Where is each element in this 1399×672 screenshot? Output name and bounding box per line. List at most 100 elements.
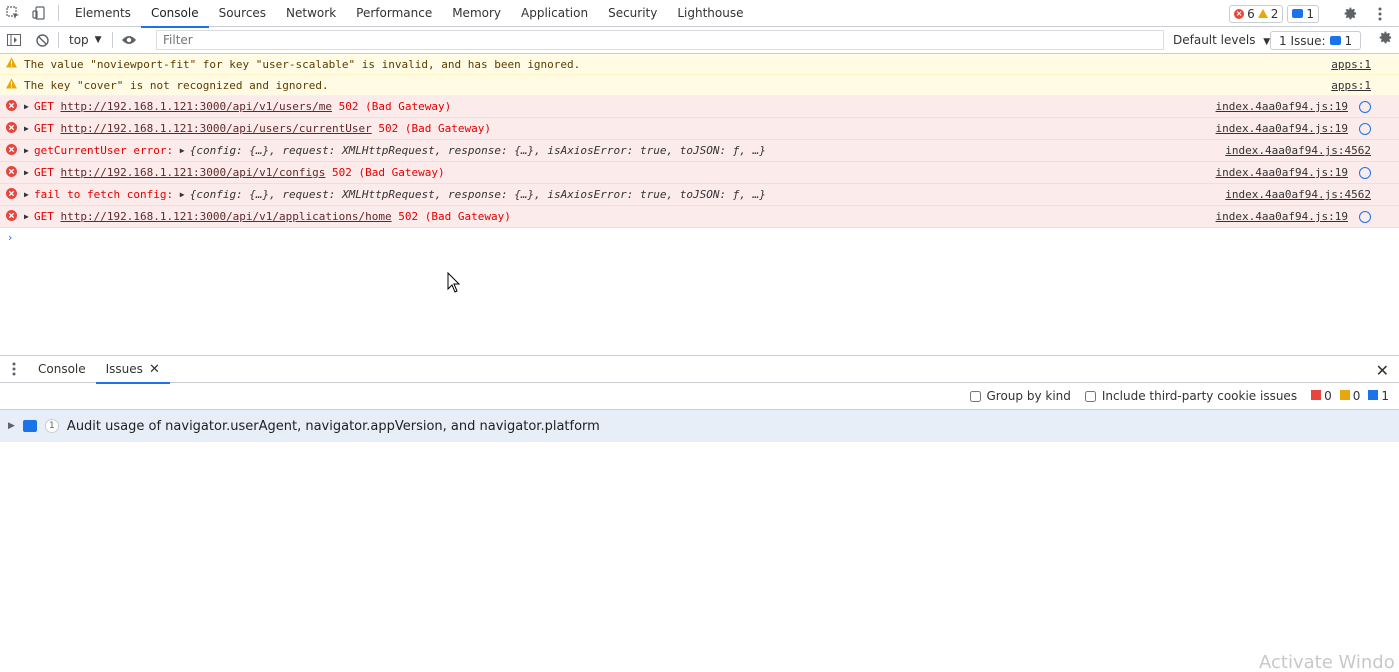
drawer-menu-icon[interactable] xyxy=(0,356,28,383)
source-link[interactable]: apps:1 xyxy=(1331,79,1371,92)
message-icon xyxy=(1292,9,1304,18)
error-label: getCurrentUser error: xyxy=(34,144,174,157)
tab-elements[interactable]: Elements xyxy=(65,0,141,27)
drawer-tab-issues[interactable]: Issues ✕ xyxy=(95,356,171,384)
tab-sources[interactable]: Sources xyxy=(209,0,276,27)
issues-toolbar: Group by kind Include third-party cookie… xyxy=(0,383,1399,410)
expand-arrow-icon[interactable]: ▶ xyxy=(24,168,34,177)
close-drawer-icon[interactable]: ✕ xyxy=(1376,361,1389,380)
request-url-link[interactable]: http://192.168.1.121:3000/api/v1/applica… xyxy=(61,210,392,223)
expand-arrow-icon[interactable]: ▶ xyxy=(24,212,34,221)
http-method: GET xyxy=(34,122,54,135)
request-url-link[interactable]: http://192.168.1.121:3000/api/users/curr… xyxy=(61,122,372,135)
tab-network[interactable]: Network xyxy=(276,0,346,27)
tab-application[interactable]: Application xyxy=(511,0,598,27)
error-icon xyxy=(6,187,17,202)
tab-memory[interactable]: Memory xyxy=(442,0,511,27)
status-text: 502 (Bad Gateway) xyxy=(332,166,445,179)
drawer-tab-label: Issues xyxy=(105,361,143,376)
toolbar-divider xyxy=(58,32,59,48)
more-options-icon[interactable] xyxy=(1367,1,1393,27)
warning-icon xyxy=(6,78,17,92)
live-expression-eye-icon[interactable] xyxy=(115,27,143,53)
request-url-link[interactable]: http://192.168.1.121:3000/api/v1/configs xyxy=(61,166,326,179)
expand-arrow-icon[interactable]: ▶ xyxy=(24,146,34,155)
tab-lighthouse[interactable]: Lighthouse xyxy=(667,0,753,27)
expand-arrow-icon[interactable]: ▶ xyxy=(24,102,34,111)
warning-count: 2 xyxy=(1270,6,1279,21)
toolbar-divider xyxy=(111,32,113,48)
settings-gear-icon[interactable] xyxy=(1337,1,1363,27)
error-icon xyxy=(6,99,17,114)
network-request-icon[interactable] xyxy=(1359,100,1371,113)
checkbox[interactable] xyxy=(969,390,981,402)
drawer-tab-console[interactable]: Console xyxy=(28,356,96,383)
tab-performance[interactable]: Performance xyxy=(346,0,442,27)
source-link[interactable]: apps:1 xyxy=(1331,58,1371,71)
error-warning-counter[interactable]: × 6 2 xyxy=(1229,4,1284,23)
device-toolbar-icon[interactable] xyxy=(26,0,52,26)
error-icon xyxy=(6,165,17,180)
status-text: 502 (Bad Gateway) xyxy=(398,210,511,223)
issue-warning-count: 0 xyxy=(1339,389,1361,403)
source-link[interactable]: index.4aa0af94.js:19 xyxy=(1216,166,1348,179)
group-by-kind-checkbox[interactable]: Group by kind xyxy=(969,389,1071,403)
count: 1 xyxy=(1381,389,1389,403)
warning-square-icon xyxy=(1339,390,1350,400)
error-icon: × xyxy=(1234,8,1245,19)
issue-row[interactable]: ▶ 1 Audit usage of navigator.userAgent, … xyxy=(0,410,1399,442)
expand-arrow-icon[interactable]: ▶ xyxy=(24,124,34,133)
console-error-row: ▶ GET http://192.168.1.121:3000/api/users… xyxy=(0,118,1399,140)
log-levels-dropdown[interactable]: Default levels ▼ xyxy=(1173,27,1270,54)
request-url-link[interactable]: http://192.168.1.121:3000/api/v1/users/m… xyxy=(61,100,333,113)
error-icon xyxy=(6,209,17,224)
activate-windows-watermark: Activate Windo xyxy=(1259,652,1395,672)
expand-arrow-icon[interactable]: ▶ xyxy=(24,190,34,199)
close-tab-icon[interactable]: ✕ xyxy=(149,356,160,383)
message-text: The value "noviewport-fit" for key "user… xyxy=(24,57,581,71)
network-request-icon[interactable] xyxy=(1359,210,1371,223)
console-error-row: ▶ GET http://192.168.1.121:3000/api/v1/ap… xyxy=(0,206,1399,228)
message-counter[interactable]: 1 xyxy=(1287,4,1319,23)
network-request-icon[interactable] xyxy=(1359,122,1371,135)
source-link[interactable]: index.4aa0af94.js:4562 xyxy=(1225,144,1371,157)
bottom-drawer: Console Issues ✕ ✕ Group by kind Include… xyxy=(0,355,1399,672)
source-link[interactable]: index.4aa0af94.js:4562 xyxy=(1225,188,1371,201)
context-label: top xyxy=(69,33,89,47)
source-link[interactable]: index.4aa0af94.js:19 xyxy=(1216,100,1348,113)
console-prompt[interactable]: › xyxy=(0,228,1399,248)
sidebar-toggle-icon[interactable] xyxy=(0,27,28,53)
source-link[interactable]: index.4aa0af94.js:19 xyxy=(1216,210,1348,223)
tab-security[interactable]: Security xyxy=(598,0,667,27)
count: 0 xyxy=(1352,389,1361,403)
console-error-row: ▶ fail to fetch config: ▶ {config: {…}, re… xyxy=(0,184,1399,206)
issues-button[interactable]: 1 Issue: 1 xyxy=(1270,31,1362,50)
expand-arrow-icon[interactable]: ▶ xyxy=(8,421,15,431)
warning-icon xyxy=(6,57,17,71)
error-count: 6 xyxy=(1247,6,1255,21)
source-link[interactable]: index.4aa0af94.js:19 xyxy=(1216,122,1348,135)
http-method: GET xyxy=(34,100,54,113)
network-request-icon[interactable] xyxy=(1359,166,1371,179)
inspect-element-icon[interactable] xyxy=(0,0,26,26)
error-square-icon xyxy=(1311,390,1322,400)
checkbox[interactable] xyxy=(1084,390,1096,402)
issues-count: 1 xyxy=(1344,33,1353,48)
context-selector[interactable]: top ▼ xyxy=(61,33,110,47)
console-messages: The value "noviewport-fit" for key "user… xyxy=(0,54,1399,228)
expand-object-icon[interactable]: ▶ xyxy=(180,190,190,199)
checkbox-label: Include third-party cookie issues xyxy=(1101,389,1298,403)
third-party-cookie-checkbox[interactable]: Include third-party cookie issues xyxy=(1084,389,1298,403)
error-object[interactable]: {config: {…}, request: XMLHttpRequest, r… xyxy=(190,144,766,157)
error-label: fail to fetch config: xyxy=(34,188,174,201)
expand-object-icon[interactable]: ▶ xyxy=(180,146,190,155)
devtools-tabbar: Elements Console Sources Network Performance… xyxy=(0,0,1399,28)
filter-input[interactable]: Filter xyxy=(156,30,1164,50)
console-settings-gear-icon[interactable] xyxy=(1378,30,1393,48)
clear-console-icon[interactable] xyxy=(28,27,56,53)
tab-console[interactable]: Console xyxy=(140,0,209,28)
console-warning-row: The value "noviewport-fit" for key "user… xyxy=(0,54,1399,75)
error-object[interactable]: {config: {…}, request: XMLHttpRequest, r… xyxy=(190,188,766,201)
console-error-row: ▶ GET http://192.168.1.121:3000/api/v1/co… xyxy=(0,162,1399,184)
drawer-tab-label: Console xyxy=(38,361,86,376)
